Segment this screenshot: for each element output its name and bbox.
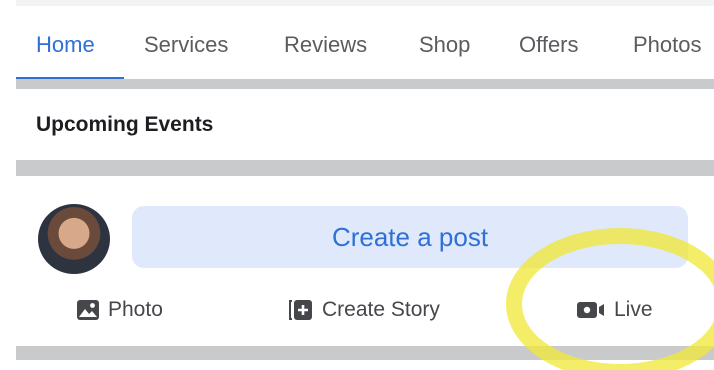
top-divider <box>16 0 714 6</box>
create-story-button[interactable]: Create Story <box>288 296 440 324</box>
upcoming-events-link[interactable]: Upcoming Events <box>36 113 213 137</box>
page-tab-bar: Home Services Reviews Shop Offers Photos <box>16 8 714 82</box>
section-divider <box>16 79 714 89</box>
create-story-icon <box>289 300 312 320</box>
live-label: Live <box>614 298 653 321</box>
photo-button[interactable]: Photo <box>76 296 163 324</box>
create-story-label: Create Story <box>322 298 440 321</box>
avatar[interactable] <box>38 204 110 274</box>
tab-services[interactable]: Services <box>144 32 228 58</box>
live-button[interactable]: Live <box>576 296 653 324</box>
tab-offers[interactable]: Offers <box>519 32 579 58</box>
photo-icon <box>77 300 99 320</box>
tab-reviews[interactable]: Reviews <box>284 32 367 58</box>
section-divider <box>16 346 714 360</box>
tab-shop[interactable]: Shop <box>419 32 470 58</box>
tab-photos[interactable]: Photos <box>633 32 702 58</box>
live-video-icon <box>577 302 604 318</box>
photo-label: Photo <box>108 298 163 321</box>
section-divider <box>16 160 714 176</box>
tab-home[interactable]: Home <box>36 32 95 58</box>
create-post-button[interactable]: Create a post <box>132 206 688 268</box>
